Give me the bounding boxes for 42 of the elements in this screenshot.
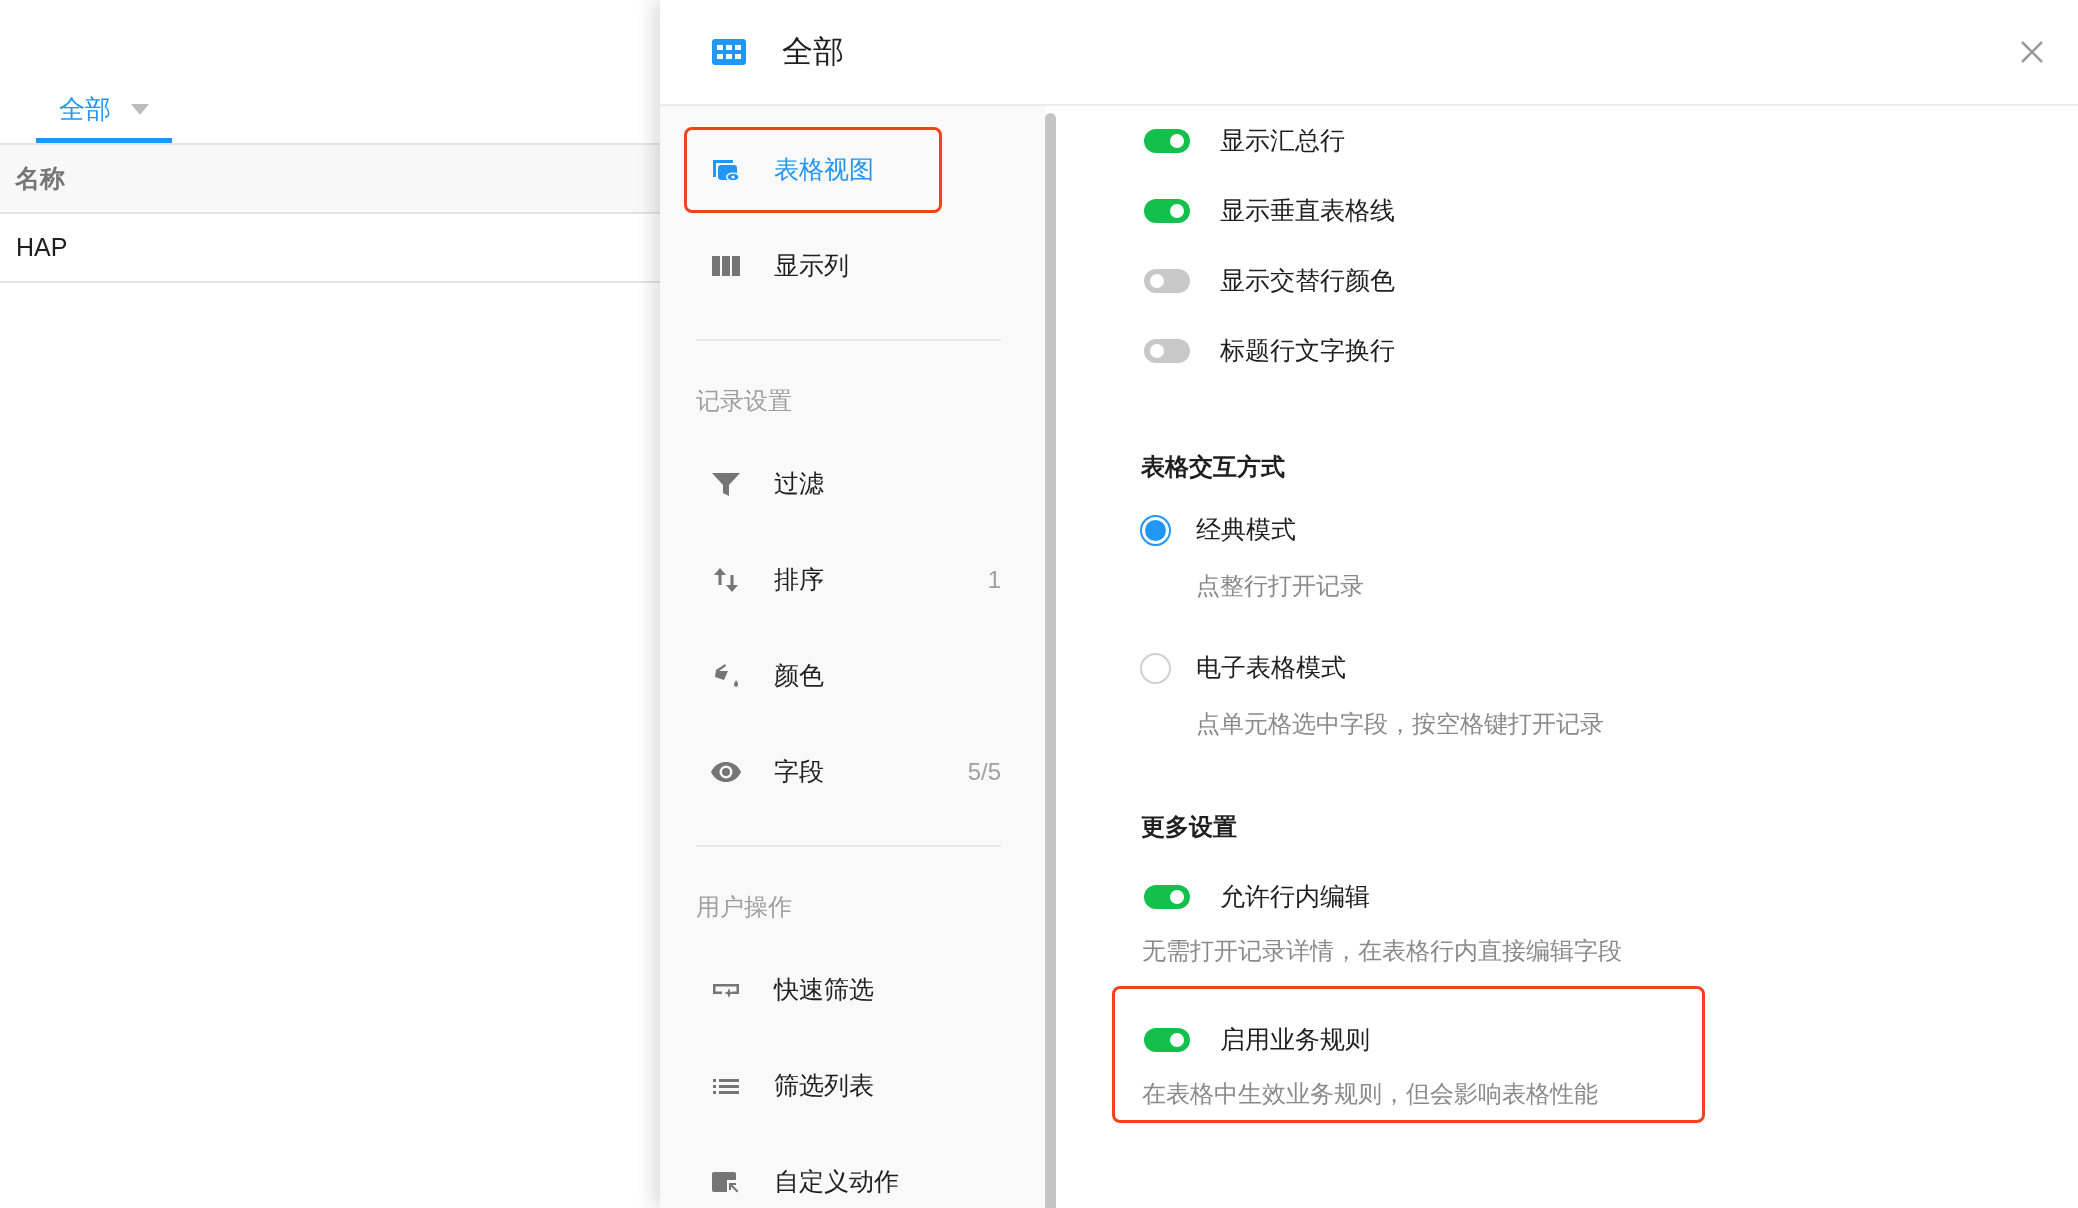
dropdown-caret-icon [131,103,149,115]
table-cell-text: HAP [16,231,68,263]
close-icon[interactable] [2020,40,2044,64]
sidebar-item[interactable]: 字段 5/5 [684,729,1001,815]
toggle-switch[interactable] [1144,199,1190,223]
scrollbar-thumb[interactable] [1045,113,1056,1208]
toggle-label: 允许行内编辑 [1220,881,1370,913]
toggle-switch[interactable] [1144,885,1190,909]
sidebar-item[interactable]: 颜色 [684,633,1001,719]
item-count: 5/5 [967,757,1001,787]
toggle-switch[interactable] [1144,129,1190,153]
column-header: 名称 [15,162,65,194]
sidebar-item[interactable]: 快速筛选 [684,947,1001,1033]
filter-icon [710,470,742,498]
sidebar-item[interactable]: 排序 1 [684,537,1001,623]
section-heading: 用户操作 [696,892,792,922]
radio-label: 电子表格模式 [1196,652,1346,684]
toggle-switch[interactable] [1144,269,1190,293]
option-description: 点整行打开记录 [1196,571,1364,601]
toggle-label: 标题行文字换行 [1220,335,1395,367]
option-description: 点单元格选中字段，按空格键打开记录 [1196,709,1604,739]
sidebar-item[interactable]: 显示列 [684,223,1001,309]
toggle-switch[interactable] [1144,1028,1190,1052]
sidebar-item[interactable]: 自定义动作 [684,1139,1001,1208]
toggle-label: 显示垂直表格线 [1220,195,1395,227]
section-heading: 表格交互方式 [1141,451,1285,482]
panel-title: 全部 [782,32,844,71]
item-count: 1 [987,565,1001,595]
section-heading: 更多设置 [1141,811,1237,842]
toggle-switch[interactable] [1144,339,1190,363]
toggle-label: 显示交替行颜色 [1220,265,1395,297]
sidebar-item[interactable]: 筛选列表 [684,1043,1001,1129]
radio-button[interactable] [1140,514,1171,546]
radio-label: 经典模式 [1196,514,1296,546]
toggle-label: 启用业务规则 [1220,1024,1370,1056]
section-heading: 记录设置 [696,386,792,416]
toggle-label: 显示汇总行 [1220,125,1345,157]
sidebar-item[interactable]: 过滤 [684,441,1001,527]
setting-description: 无需打开记录详情，在表格行内直接编辑字段 [1142,936,1622,966]
grid-icon [712,39,746,65]
setting-description: 在表格中生效业务规则，但会影响表格性能 [1142,1079,1598,1109]
radio-button[interactable] [1140,652,1171,684]
